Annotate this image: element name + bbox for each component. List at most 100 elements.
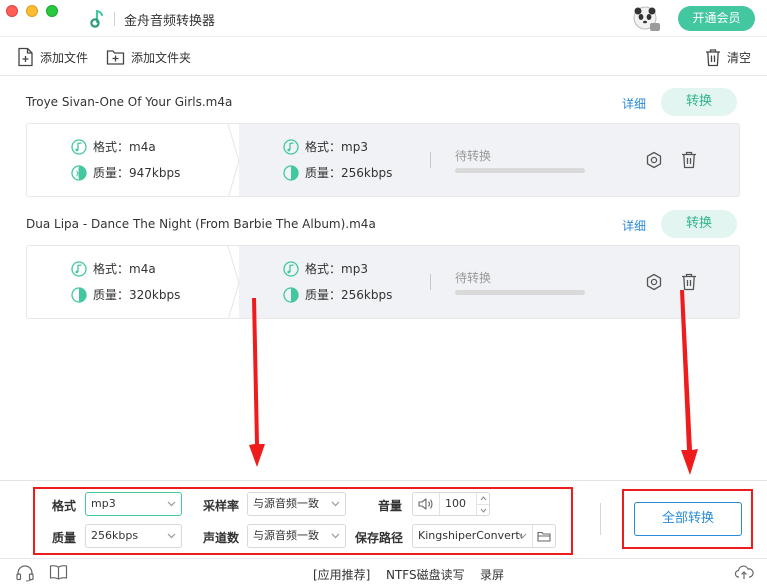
cloud-upload-icon[interactable] [734,564,754,580]
app-title: 金舟音频转换器 [124,14,216,29]
format-setting-label: 格式 [52,499,77,513]
chevron-up-icon [480,496,487,501]
volume-stepper[interactable]: 100 [412,492,490,516]
target-format-row: 格式： mp3 [283,138,368,155]
convert-all-button[interactable]: 全部转换 [634,502,742,536]
clear-label: 清空 [727,50,752,65]
source-format-row: 格式： m4a [71,138,156,155]
file-card: 格式： m4a 质量： 947kbps 格式： mp3 质量： 256kbps … [26,123,740,197]
status-text: 待转换 [455,271,492,285]
chevron-down-icon[interactable] [518,533,527,539]
music-note-icon [71,138,87,155]
ntfs-link[interactable]: NTFS磁盘读写 [386,566,465,583]
quality-label: 质量： [305,166,342,180]
source-quality-row: 质量： 320kbps [71,286,180,303]
quality-icon [71,286,87,303]
clear-button[interactable]: 清空 [705,46,751,68]
add-file-icon [18,47,33,67]
settings-icon[interactable] [645,273,663,291]
detail-link[interactable]: 详细 [622,95,646,112]
quality-icon [71,164,87,181]
quality-icon [283,164,299,181]
music-note-icon [283,138,299,155]
file-name: Troye Sivan-One Of Your Girls.m4a [26,95,233,109]
music-note-icon [71,260,87,277]
source-format-row: 格式： m4a [71,260,156,277]
volume-value[interactable]: 100 [445,493,466,515]
volume-setting-label: 音量 [378,499,403,513]
convert-button[interactable]: 转换 [661,210,737,238]
add-folder-icon [106,50,125,65]
target-quality-value: 256kbps [341,165,393,180]
source-format-value: m4a [129,261,156,276]
close-window-button[interactable] [6,5,18,17]
file-card: 格式： m4a 质量： 320kbps 格式： mp3 质量： 256kbps … [26,245,740,319]
title-bar: 金舟音频转换器 开通会员 [0,0,767,36]
title-separator [114,12,115,26]
chevron-down-icon [167,533,176,539]
output-settings-panel: 格式 mp3 质量 256kbps 采样率 与源音频一致 声道数 与源音频一致 … [0,480,767,558]
add-folder-label: 添加文件夹 [131,50,192,65]
arrow-to-settings [249,298,265,467]
music-note-icon [283,260,299,277]
headset-icon[interactable] [15,564,35,582]
folder-icon[interactable] [537,531,551,542]
status-text: 待转换 [455,149,492,163]
quality-label: 质量： [93,166,130,180]
path-setting-label: 保存路径 [355,531,404,545]
zoom-window-button[interactable] [46,5,58,17]
file-name: Dua Lipa - Dance The Night (From Barbie … [26,217,376,231]
app-recommend-link[interactable]: [应用推荐] [313,566,370,583]
delete-icon[interactable] [681,151,697,169]
target-format-row: 格式： mp3 [283,260,368,277]
toolbar: 添加文件 添加文件夹 清空 [0,36,767,76]
target-format-value: mp3 [341,261,368,276]
channels-select-value: 与源音频一致 [253,529,319,542]
add-folder-button[interactable]: 添加文件夹 [106,46,191,68]
quality-select-value: 256kbps [91,529,139,542]
vip-button[interactable]: 开通会员 [678,6,755,31]
convert-button[interactable]: 转换 [661,88,737,116]
channels-setting-label: 声道数 [203,531,240,545]
book-icon[interactable] [49,564,68,580]
source-format-value: m4a [129,139,156,154]
card-divider [430,274,431,290]
minimize-window-button[interactable] [26,5,38,17]
format-select[interactable]: mp3 [85,492,182,516]
app-logo-icon [90,9,103,28]
channels-select[interactable]: 与源音频一致 [247,524,346,548]
quality-setting-label: 质量 [52,531,77,545]
format-label: 格式： [93,262,130,276]
chevron-down-icon [480,508,487,513]
card-divider [430,152,431,168]
progress-bar [455,168,585,173]
format-label: 格式： [93,140,130,154]
detail-link[interactable]: 详细 [622,217,646,234]
settings-icon[interactable] [645,151,663,169]
source-quality-row: 质量： 947kbps [71,164,180,181]
quality-select[interactable]: 256kbps [85,524,182,548]
add-file-button[interactable]: 添加文件 [17,46,88,68]
target-quality-row: 质量： 256kbps [283,286,392,303]
progress-bar [455,290,585,295]
delete-icon[interactable] [681,273,697,291]
format-label: 格式： [305,140,342,154]
add-file-label: 添加文件 [40,50,89,65]
volume-decrease-button[interactable] [476,504,489,515]
avatar[interactable] [632,5,662,33]
samplerate-setting-label: 采样率 [203,499,240,513]
quality-label: 质量： [305,288,342,302]
samplerate-select-value: 与源音频一致 [253,497,319,510]
status-bar: [应用推荐] NTFS磁盘读写 录屏 [0,558,767,585]
settings-separator [600,503,601,535]
samplerate-select[interactable]: 与源音频一致 [247,492,346,516]
save-path-field[interactable]: KingshiperConverter [412,524,556,548]
chevron-down-icon [331,501,340,507]
format-label: 格式： [305,262,342,276]
volume-increase-button[interactable] [476,493,489,504]
target-quality-row: 质量： 256kbps [283,164,392,181]
source-info-panel [27,124,239,196]
volume-separator [439,493,440,515]
quality-label: 质量： [93,288,130,302]
screen-record-link[interactable]: 录屏 [480,566,504,583]
